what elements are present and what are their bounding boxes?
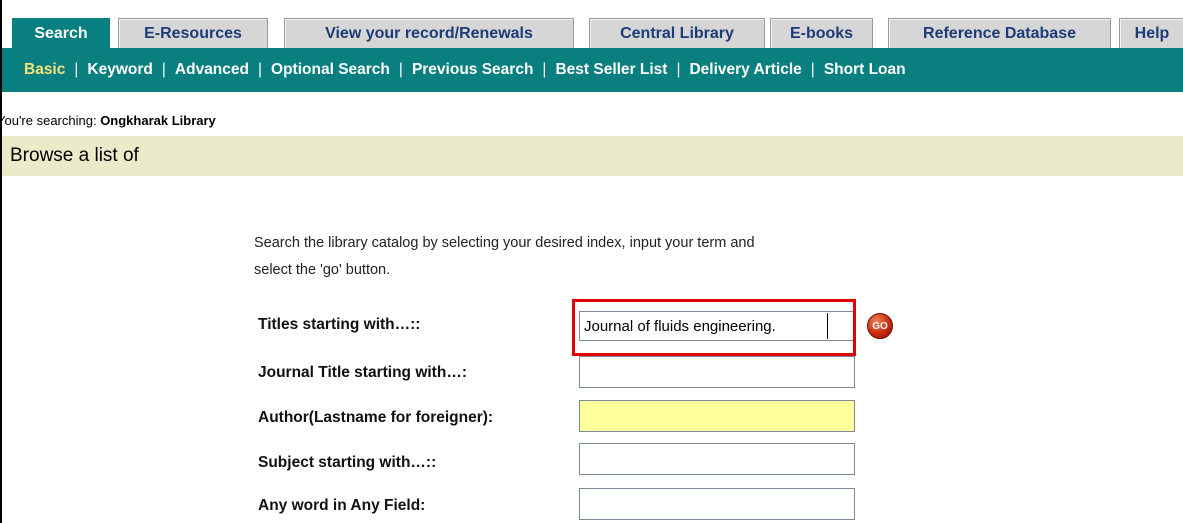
tab-help[interactable]: Help: [1119, 18, 1183, 48]
subnav-separator: |: [398, 61, 403, 78]
subnav-basic[interactable]: Basic: [24, 61, 65, 78]
browse-title: Browse a list of: [10, 145, 139, 166]
subnav-best-seller-list[interactable]: Best Seller List: [555, 61, 667, 78]
instructions-line-2: select the 'go' button.: [254, 262, 391, 278]
go-button[interactable]: GO: [867, 313, 893, 339]
label-subject-starting-with: Subject starting with…::: [258, 454, 437, 471]
label-titles-starting-with: Titles starting with…::: [258, 316, 421, 333]
author-input[interactable]: [579, 400, 855, 432]
label-author-lastname: Author(Lastname for foreigner):: [258, 409, 494, 426]
subnav-separator: |: [542, 61, 547, 78]
tab-e-resources[interactable]: E-Resources: [118, 18, 268, 48]
searching-info: You're searching: Ongkharak Library: [0, 113, 216, 128]
tab-reference-database[interactable]: Reference Database: [888, 18, 1111, 48]
browse-header: Browse a list of: [2, 136, 1183, 176]
tab-central-library[interactable]: Central Library: [589, 18, 765, 48]
subnav-advanced[interactable]: Advanced: [175, 61, 249, 78]
searching-library-name: Ongkharak Library: [100, 113, 216, 128]
subnav-separator: |: [74, 61, 79, 78]
text-cursor: [827, 313, 828, 339]
search-type-nav: Basic | Keyword | Advanced | Optional Search | P…: [2, 48, 1183, 92]
journal-title-input[interactable]: [579, 356, 855, 388]
subnav-separator: |: [161, 61, 166, 78]
tab-search[interactable]: Search: [12, 18, 110, 48]
search-instructions: Search the library catalog by selecting …: [254, 230, 974, 284]
subject-input[interactable]: [579, 443, 855, 475]
tab-e-books[interactable]: E-books: [770, 18, 873, 48]
subnav-separator: |: [676, 61, 681, 78]
label-any-word-any-field: Any word in Any Field:: [258, 497, 426, 514]
label-journal-title-starting-with: Journal Title starting with…:: [258, 364, 467, 381]
subnav-optional-search[interactable]: Optional Search: [271, 61, 390, 78]
subnav-delivery-article[interactable]: Delivery Article: [689, 61, 801, 78]
instructions-line-1: Search the library catalog by selecting …: [254, 235, 755, 251]
main-tab-bar: Search E-Resources View your record/Rene…: [2, 0, 1183, 48]
subnav-short-loan[interactable]: Short Loan: [824, 61, 906, 78]
subnav-previous-search[interactable]: Previous Search: [412, 61, 533, 78]
subnav-separator: |: [258, 61, 263, 78]
any-word-input[interactable]: [579, 488, 855, 520]
library-catalog-page: Search E-Resources View your record/Rene…: [0, 0, 1183, 523]
subnav-keyword[interactable]: Keyword: [87, 61, 152, 78]
titles-starting-with-input[interactable]: [579, 311, 855, 341]
subnav-separator: |: [810, 61, 815, 78]
tab-view-your-record-renewals[interactable]: View your record/Renewals: [284, 18, 574, 48]
searching-prefix: You're searching:: [0, 113, 101, 128]
